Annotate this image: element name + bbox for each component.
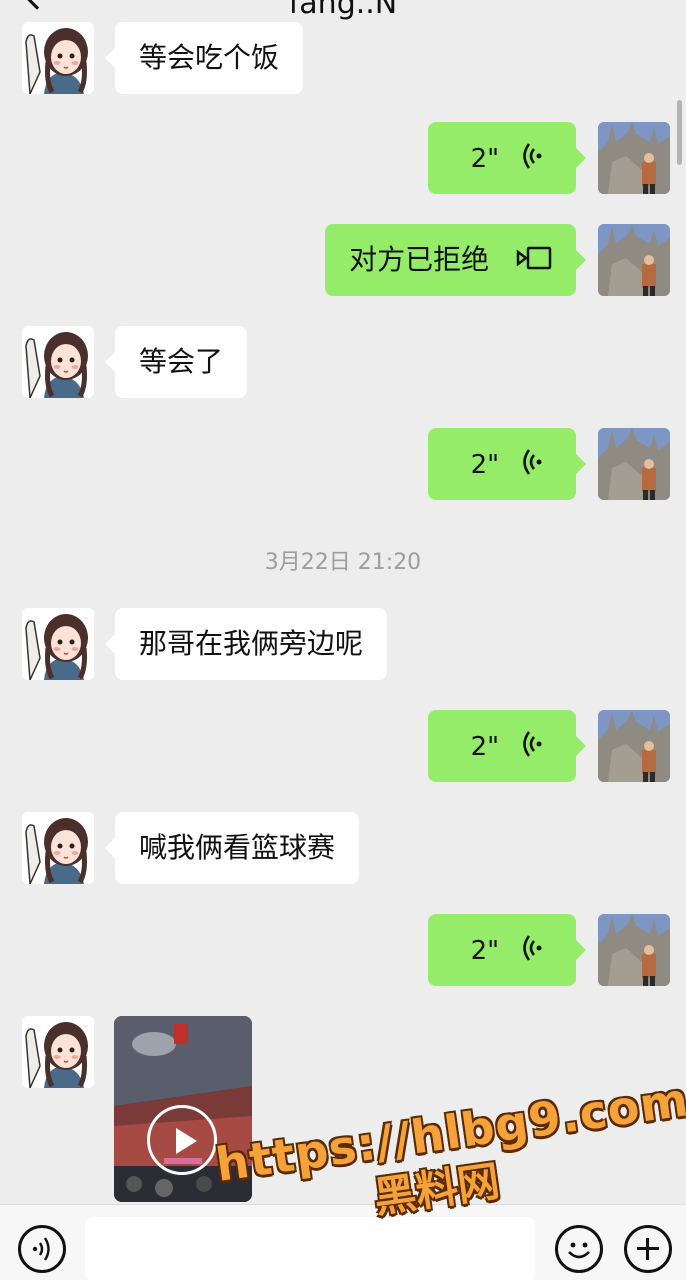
contact-avatar[interactable] [22, 812, 94, 884]
cartoon-girl-avatar-icon [22, 22, 94, 94]
photo-avatar-icon [598, 914, 670, 986]
message-bubble[interactable]: 那哥在我俩旁边呢 [104, 608, 388, 680]
message-text: 等会吃个饭 [139, 41, 280, 74]
voice-message[interactable]: 2" [428, 914, 586, 986]
photo-avatar-icon [598, 710, 670, 782]
voice-duration: 2" [470, 732, 500, 762]
call-message[interactable]: 对方已拒绝 [325, 224, 586, 296]
voice-wave-icon [523, 449, 542, 475]
message-bubble[interactable]: 喊我俩看篮球赛 [104, 812, 360, 884]
cartoon-girl-avatar-icon [22, 1016, 94, 1088]
photo-avatar-icon [598, 122, 670, 194]
voice-wave-icon [523, 935, 542, 961]
emoji-button[interactable] [555, 1225, 603, 1273]
my-avatar[interactable] [598, 122, 670, 194]
plus-icon[interactable] [624, 1225, 672, 1273]
scrollbar[interactable] [677, 100, 682, 165]
voice-message[interactable]: 2" [428, 428, 586, 500]
voice-message[interactable]: 2" [428, 122, 586, 194]
contact-avatar[interactable] [22, 1016, 94, 1088]
message-bubble[interactable]: 等会吃个饭 [104, 22, 304, 94]
call-status-text: 对方已拒绝 [349, 243, 490, 276]
my-avatar[interactable] [598, 914, 670, 986]
voice-wave-icon [523, 143, 542, 169]
voice-duration: 2" [470, 450, 500, 480]
my-avatar[interactable] [598, 428, 670, 500]
video-call-icon [516, 246, 552, 270]
cartoon-girl-avatar-icon [22, 812, 94, 884]
play-icon[interactable] [147, 1105, 217, 1175]
message-text: 喊我俩看篮球赛 [139, 831, 336, 864]
photo-avatar-icon [598, 224, 670, 296]
my-avatar[interactable] [598, 710, 670, 782]
message-text: 等会了 [139, 345, 224, 378]
voice-wave-icon [523, 731, 542, 757]
voice-mode-icon [32, 1237, 50, 1261]
my-avatar[interactable] [598, 224, 670, 296]
voice-duration: 2" [470, 144, 500, 174]
contact-avatar[interactable] [22, 608, 94, 680]
chat-title: fang..N [288, 0, 398, 21]
voice-message[interactable]: 2" [428, 710, 586, 782]
cartoon-girl-avatar-icon [22, 608, 94, 680]
emoji-icon [568, 1242, 590, 1259]
message-text: 那哥在我俩旁边呢 [139, 627, 364, 660]
contact-avatar[interactable] [22, 22, 94, 94]
chat-timestamp: 3月22日 21:20 [264, 550, 422, 575]
contact-avatar[interactable] [22, 326, 94, 398]
photo-avatar-icon [598, 428, 670, 500]
message-bubble[interactable]: 等会了 [104, 326, 248, 398]
voice-mode-button[interactable] [18, 1225, 66, 1273]
title-bar: fang..N [0, 0, 686, 22]
cartoon-girl-avatar-icon [22, 326, 94, 398]
voice-duration: 2" [470, 936, 500, 966]
